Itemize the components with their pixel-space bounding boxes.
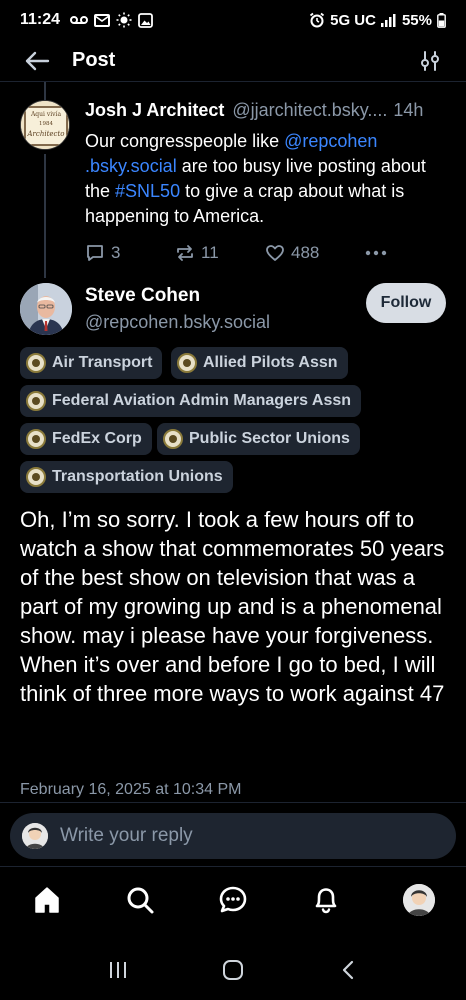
more-options-icon[interactable] <box>365 250 387 256</box>
battery-icon <box>437 12 446 28</box>
profile-avatar[interactable] <box>397 878 441 922</box>
svg-text:Aqui vivía: Aqui vivía <box>30 111 61 118</box>
parent-author-avatar[interactable]: Aqui vivía 1984 Architecto <box>20 100 70 150</box>
status-time: 11:24 <box>20 11 61 28</box>
tag-label[interactable]: Transportation Unions <box>20 461 233 493</box>
tag-label[interactable]: Allied Pilots Assn <box>171 347 348 379</box>
main-author-name[interactable]: Steve Cohen <box>85 285 200 307</box>
parent-author-handle[interactable]: @jjarchitect.bsky.... <box>232 100 387 121</box>
post-header: Post <box>0 40 466 82</box>
search-icon[interactable] <box>118 878 162 922</box>
system-navigation <box>0 940 466 1000</box>
recents-icon[interactable] <box>98 950 138 990</box>
repost-count: 11 <box>201 243 219 262</box>
repost-button[interactable]: 11 <box>175 243 265 263</box>
seal-icon <box>26 429 46 449</box>
battery-percent: 55% <box>401 11 432 29</box>
tag-label[interactable]: Federal Aviation Admin Managers Assn <box>20 385 362 417</box>
gallery-icon <box>138 12 153 28</box>
reply-count: 3 <box>111 243 121 262</box>
chat-icon[interactable] <box>211 878 255 922</box>
parent-post-text: Our congresspeople like @repcohen .bsky.… <box>85 131 426 226</box>
seal-icon <box>26 353 46 373</box>
signal-icon <box>380 13 397 27</box>
home-circle-icon[interactable] <box>213 950 253 990</box>
voicemail-icon <box>70 15 89 25</box>
main-author-handle[interactable]: @repcohen.bsky.social <box>85 312 270 333</box>
seal-icon <box>177 353 197 373</box>
main-author-avatar[interactable] <box>20 283 72 335</box>
tag-label[interactable]: Public Sector Unions <box>157 423 360 455</box>
reply-input[interactable]: Write your reply <box>10 813 456 859</box>
parent-post-time: 14h <box>393 100 424 120</box>
tag-label[interactable]: FedEx Corp <box>20 423 152 455</box>
post-date: February 16, 2025 at 10:34 PM <box>20 781 242 798</box>
thread-line <box>44 154 46 278</box>
svg-text:Architecto: Architecto <box>27 130 65 138</box>
tag-label[interactable]: Air Transport <box>20 347 163 379</box>
parent-post[interactable]: Josh J Architect @jjarchitect.bsky.... 1… <box>85 100 453 263</box>
repost-icon <box>177 245 193 261</box>
alarm-icon <box>309 12 325 28</box>
page-title: Post <box>72 49 116 71</box>
post-actions: 3 11 488 <box>85 243 453 263</box>
reply-icon <box>87 245 103 261</box>
seal-icon <box>26 391 46 411</box>
weather-icon <box>116 12 132 28</box>
arrow-left-icon[interactable] <box>22 46 52 76</box>
sliders-icon[interactable] <box>416 47 444 75</box>
heart-icon <box>266 245 284 261</box>
network-label: 5G UC <box>330 11 376 29</box>
divider <box>0 866 466 867</box>
reply-button[interactable]: 3 <box>85 243 175 263</box>
status-bar: 11:24 5G UC 55% <box>0 0 466 40</box>
bell-icon[interactable] <box>304 878 348 922</box>
seal-icon <box>163 429 183 449</box>
seal-icon <box>26 467 46 487</box>
user-avatar <box>22 823 48 849</box>
back-chevron-icon[interactable] <box>328 950 368 990</box>
parent-author-name[interactable]: Josh J Architect <box>85 100 224 121</box>
like-count: 488 <box>291 243 320 262</box>
svg-text:1984: 1984 <box>39 121 53 127</box>
bottom-nav <box>0 868 466 932</box>
main-post-text: Oh, I’m so sorry. I took a few hours off… <box>20 507 445 706</box>
reply-placeholder: Write your reply <box>60 825 193 846</box>
like-button[interactable]: 488 <box>265 243 365 263</box>
home-icon[interactable] <box>25 878 69 922</box>
hashtag-link[interactable]: #SNL50 <box>115 181 180 201</box>
divider <box>0 802 466 803</box>
follow-button[interactable]: Follow <box>366 283 446 323</box>
thread-line <box>44 82 46 100</box>
mail-icon <box>94 13 111 27</box>
